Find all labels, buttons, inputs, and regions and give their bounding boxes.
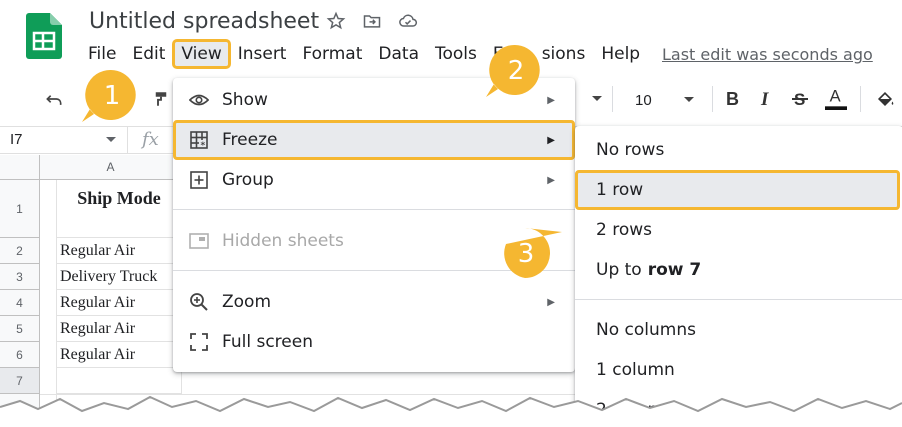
row-header-2[interactable]: 2: [0, 238, 40, 264]
column-header-a[interactable]: A: [40, 155, 182, 180]
submenu-arrow-icon: ▶: [547, 174, 555, 186]
freeze-grid-icon: *: [189, 130, 209, 150]
menu-item-label: 1 row: [596, 180, 644, 200]
toolbar-divider: [860, 86, 861, 112]
menu-divider: [575, 299, 902, 300]
cell-a2[interactable]: Regular Air: [57, 238, 182, 264]
menu-item-label: Hidden sheets: [222, 231, 344, 251]
menu-divider: [173, 209, 575, 210]
menu-help[interactable]: Help: [593, 40, 648, 68]
undo-icon[interactable]: [43, 88, 65, 110]
move-to-folder-icon[interactable]: [361, 10, 383, 32]
submenu-arrow-icon: ▶: [547, 296, 555, 308]
cell-a6[interactable]: Regular Air: [57, 342, 182, 368]
menu-item-label: 2 rows: [596, 220, 652, 240]
menu-item-emphasis: row 7: [647, 260, 702, 280]
name-box[interactable]: I7: [0, 127, 128, 153]
row-header-6[interactable]: 6: [0, 342, 40, 368]
freeze-one-row[interactable]: 1 row: [575, 170, 900, 210]
row-header-5[interactable]: 5: [0, 316, 40, 342]
font-size-value: 10: [635, 91, 652, 109]
menu-format[interactable]: Format: [294, 40, 370, 68]
menu-item-freeze[interactable]: * Freeze ▶: [173, 120, 575, 160]
toolbar-divider: [612, 86, 613, 112]
submenu-arrow-icon: ▶: [547, 94, 555, 106]
menu-item-label: Group: [222, 170, 274, 190]
freeze-up-to-row[interactable]: Up to row 7: [575, 250, 902, 290]
submenu-arrow-icon: ▶: [547, 134, 555, 146]
freeze-no-columns[interactable]: No columns: [575, 310, 902, 350]
svg-text:I: I: [760, 90, 769, 108]
menu-item-label: Show: [222, 90, 268, 110]
menu-item-label: Freeze: [222, 130, 278, 150]
svg-text:B: B: [726, 90, 739, 108]
menu-item-label: Full screen: [222, 332, 313, 352]
menu-item-group[interactable]: Group ▶: [173, 160, 575, 200]
text-color-icon[interactable]: A: [825, 84, 847, 114]
fx-icon: fx: [142, 129, 159, 150]
toolbar-divider: [712, 86, 713, 112]
font-size-select[interactable]: 10: [625, 89, 703, 111]
name-box-value: I7: [10, 131, 23, 148]
font-dropdown-icon[interactable]: [590, 88, 604, 110]
menu-view[interactable]: View: [172, 39, 231, 69]
menu-item-full-screen[interactable]: Full screen: [173, 322, 575, 362]
freeze-no-rows[interactable]: No rows: [575, 130, 902, 170]
cloud-status-icon[interactable]: [397, 10, 419, 32]
callout-number: 3: [517, 239, 535, 269]
menu-extensions-end: sions: [541, 44, 586, 64]
menu-item-zoom[interactable]: Zoom ▶: [173, 282, 575, 322]
freeze-submenu: No rows 1 row 2 rows Up to row 7 No colum…: [575, 126, 902, 427]
italic-icon[interactable]: I: [755, 88, 777, 110]
freeze-two-rows[interactable]: 2 rows: [575, 210, 902, 250]
freeze-one-column[interactable]: 1 column: [575, 350, 902, 390]
cell-a1[interactable]: Ship Mode: [57, 180, 182, 238]
document-title[interactable]: Untitled spreadsheet: [89, 9, 319, 34]
sheets-logo[interactable]: [26, 13, 62, 59]
menu-item-label: 1 column: [596, 360, 675, 380]
select-all-corner[interactable]: [0, 155, 40, 180]
row-header-4[interactable]: 4: [0, 290, 40, 316]
bold-icon[interactable]: B: [721, 88, 743, 110]
paint-format-icon[interactable]: [150, 88, 172, 110]
zoom-icon: [189, 292, 209, 312]
star-icon[interactable]: [325, 10, 347, 32]
fill-color-icon[interactable]: [874, 88, 896, 110]
cell-a4[interactable]: Regular Air: [57, 290, 182, 316]
menu-item-label: No columns: [596, 320, 696, 340]
step-callout-3: 3: [500, 228, 562, 280]
menu-bar: File Edit View Insert Format Data Tools …: [80, 39, 648, 69]
torn-edge: [0, 395, 902, 427]
callout-number: 1: [103, 81, 121, 111]
menu-item-label: Zoom: [222, 292, 272, 312]
svg-text:*: *: [201, 141, 206, 149]
chevron-down-icon: [684, 97, 694, 102]
menu-insert[interactable]: Insert: [230, 40, 295, 68]
cell-a3[interactable]: Delivery Truck: [57, 264, 182, 290]
step-callout-1: 1: [82, 69, 138, 122]
row-header-3[interactable]: 3: [0, 264, 40, 290]
fullscreen-icon: [189, 332, 209, 352]
plus-box-icon: [189, 170, 209, 190]
cell-a5[interactable]: Regular Air: [57, 316, 182, 342]
menu-data[interactable]: Data: [370, 40, 427, 68]
chevron-down-icon: [106, 137, 116, 142]
hidden-sheet-icon: [189, 231, 209, 251]
menu-item-label: No rows: [596, 140, 665, 160]
eye-icon: [189, 90, 209, 110]
step-callout-2: 2: [486, 44, 542, 97]
menu-item-label: Up to: [596, 260, 642, 280]
svg-text:A: A: [830, 88, 841, 106]
menu-tools[interactable]: Tools: [427, 40, 485, 68]
row-header-1[interactable]: 1: [0, 180, 40, 238]
strikethrough-icon[interactable]: S: [789, 88, 811, 110]
last-edit-link[interactable]: Last edit was seconds ago: [662, 45, 873, 64]
callout-number: 2: [507, 56, 525, 86]
